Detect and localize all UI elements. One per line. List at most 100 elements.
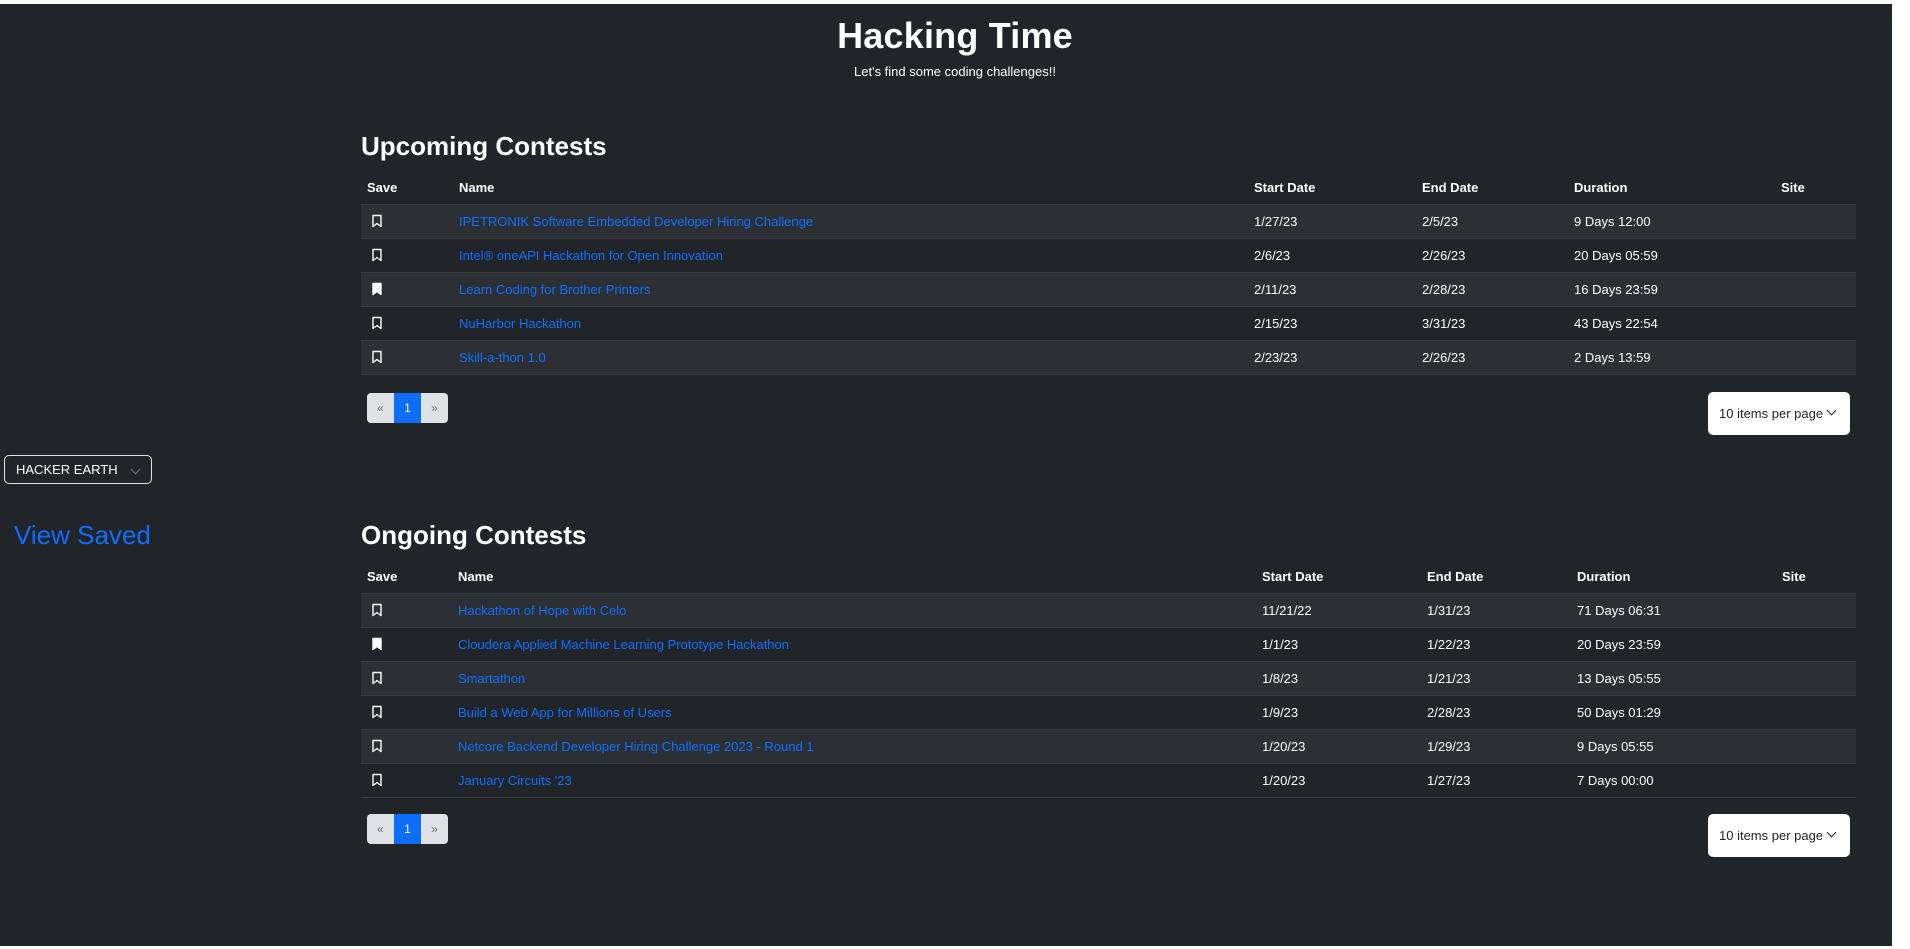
duration-cell: 9 Days 12:00: [1568, 204, 1775, 239]
pagination-page-1[interactable]: 1: [394, 393, 421, 423]
contest-link[interactable]: Skill-a-thon 1.0: [459, 350, 546, 365]
table-header-row: Save Name Start Date End Date Duration S…: [361, 170, 1856, 205]
name-cell: NuHarbor Hackathon: [453, 306, 1248, 341]
save-cell: [361, 204, 453, 239]
site-cell: [1776, 627, 1856, 662]
end-date-cell: 2/26/23: [1416, 238, 1568, 273]
site-cell: [1775, 204, 1856, 239]
contest-link[interactable]: January Circuits '23: [458, 773, 572, 788]
table-row: Smartathon 1/8/23 1/21/23 13 Days 05:55: [361, 661, 1856, 696]
name-cell: IPETRONIK Software Embedded Developer Hi…: [453, 204, 1248, 239]
start-date-cell: 2/23/23: [1248, 340, 1416, 375]
start-date-cell: 1/27/23: [1248, 204, 1416, 239]
site-cell: [1776, 763, 1856, 798]
upcoming-section: Upcoming Contests Save Name Start Date E…: [361, 130, 1856, 375]
upcoming-title: Upcoming Contests: [361, 131, 607, 161]
site-cell: [1775, 340, 1856, 375]
table-header-row: Save Name Start Date End Date Duration S…: [361, 559, 1856, 594]
col-end-date: End Date: [1421, 559, 1571, 594]
contest-link[interactable]: Cloudera Applied Machine Learning Protot…: [458, 637, 789, 652]
duration-cell: 20 Days 05:59: [1568, 238, 1775, 273]
pagination-prev[interactable]: «: [367, 814, 394, 844]
bookmark-filled-icon[interactable]: [371, 637, 385, 653]
table-row: Build a Web App for Millions of Users 1/9…: [361, 695, 1856, 730]
contest-link[interactable]: Netcore Backend Developer Hiring Challen…: [458, 739, 814, 754]
duration-cell: 43 Days 22:54: [1568, 306, 1775, 341]
save-cell: [361, 272, 453, 307]
contest-link[interactable]: Hackathon of Hope with Celo: [458, 603, 626, 618]
upcoming-pagination: « 1 »: [367, 393, 448, 423]
chevron-down-icon: [1826, 827, 1837, 838]
duration-cell: 50 Days 01:29: [1571, 695, 1776, 730]
contest-link[interactable]: Build a Web App for Millions of Users: [458, 705, 672, 720]
bookmark-icon[interactable]: [371, 705, 385, 721]
bookmark-icon[interactable]: [371, 671, 385, 687]
chevron-down-icon: [1826, 405, 1837, 416]
end-date-cell: 1/22/23: [1421, 627, 1571, 662]
save-cell: [361, 695, 452, 730]
col-end-date: End Date: [1416, 170, 1568, 205]
start-date-cell: 1/20/23: [1256, 763, 1421, 798]
ongoing-rows: Hackathon of Hope with Celo 11/21/22 1/31/…: [361, 593, 1856, 798]
bookmark-icon[interactable]: [371, 773, 385, 789]
name-cell: Smartathon: [452, 661, 1256, 696]
items-per-page-value: 10 items per page: [1719, 828, 1824, 843]
ongoing-section: Ongoing Contests Save Name Start Date En…: [361, 519, 1856, 798]
site-cell: [1776, 729, 1856, 764]
pagination-page-1[interactable]: 1: [394, 814, 421, 844]
pagination-next[interactable]: »: [421, 393, 448, 423]
items-per-page-select[interactable]: 10 items per page: [1708, 814, 1850, 857]
duration-cell: 9 Days 05:55: [1571, 729, 1776, 764]
duration-cell: 71 Days 06:31: [1571, 593, 1776, 628]
end-date-cell: 2/26/23: [1416, 340, 1568, 375]
start-date-cell: 11/21/22: [1256, 593, 1421, 628]
bookmark-icon[interactable]: [371, 248, 385, 264]
window-scrollbar[interactable]: [1892, 0, 1910, 949]
contest-link[interactable]: NuHarbor Hackathon: [459, 316, 581, 331]
bookmark-filled-icon[interactable]: [371, 282, 385, 298]
site-select[interactable]: HACKER EARTH: [4, 455, 152, 484]
col-name: Name: [453, 170, 1248, 205]
bookmark-icon[interactable]: [371, 603, 385, 619]
pagination-prev[interactable]: «: [367, 393, 394, 423]
pagination-next[interactable]: »: [421, 814, 448, 844]
contest-link[interactable]: Intel® oneAPI Hackathon for Open Innovat…: [459, 248, 723, 263]
name-cell: Build a Web App for Millions of Users: [452, 695, 1256, 730]
bookmark-icon[interactable]: [371, 739, 385, 755]
end-date-cell: 1/31/23: [1421, 593, 1571, 628]
start-date-cell: 2/11/23: [1248, 272, 1416, 307]
contest-link[interactable]: Learn Coding for Brother Printers: [459, 282, 650, 297]
name-cell: Cloudera Applied Machine Learning Protot…: [452, 627, 1256, 662]
duration-cell: 7 Days 00:00: [1571, 763, 1776, 798]
table-row: Skill-a-thon 1.0 2/23/23 2/26/23 2 Days 13:…: [361, 340, 1856, 375]
start-date-cell: 2/15/23: [1248, 306, 1416, 341]
end-date-cell: 1/29/23: [1421, 729, 1571, 764]
save-cell: [361, 729, 452, 764]
ongoing-pagination: « 1 »: [367, 814, 448, 844]
save-cell: [361, 306, 453, 341]
upcoming-rows: IPETRONIK Software Embedded Developer Hi…: [361, 204, 1856, 375]
table-row: Netcore Backend Developer Hiring Challen…: [361, 729, 1856, 764]
bookmark-icon[interactable]: [371, 214, 385, 230]
table-row: Hackathon of Hope with Celo 11/21/22 1/31/…: [361, 593, 1856, 628]
site-cell: [1776, 593, 1856, 628]
end-date-cell: 1/27/23: [1421, 763, 1571, 798]
contest-link[interactable]: Smartathon: [458, 671, 525, 686]
start-date-cell: 1/8/23: [1256, 661, 1421, 696]
name-cell: Skill-a-thon 1.0: [453, 340, 1248, 375]
end-date-cell: 1/21/23: [1421, 661, 1571, 696]
items-per-page-select[interactable]: 10 items per page: [1708, 392, 1850, 435]
bookmark-icon[interactable]: [371, 316, 385, 332]
col-start-date: Start Date: [1256, 559, 1421, 594]
bookmark-icon[interactable]: [371, 350, 385, 366]
page-header: Hacking Time Let's find some coding chal…: [0, 12, 1892, 79]
page-subtitle: Let's find some coding challenges!!: [854, 64, 1056, 79]
name-cell: Netcore Backend Developer Hiring Challen…: [452, 729, 1256, 764]
col-save: Save: [361, 559, 452, 594]
contest-link[interactable]: IPETRONIK Software Embedded Developer Hi…: [459, 214, 813, 229]
view-saved-link[interactable]: View Saved: [14, 520, 151, 551]
col-name: Name: [452, 559, 1256, 594]
app-root: Hacking Time Let's find some coding chal…: [0, 4, 1892, 946]
col-site: Site: [1776, 559, 1856, 594]
save-cell: [361, 340, 453, 375]
